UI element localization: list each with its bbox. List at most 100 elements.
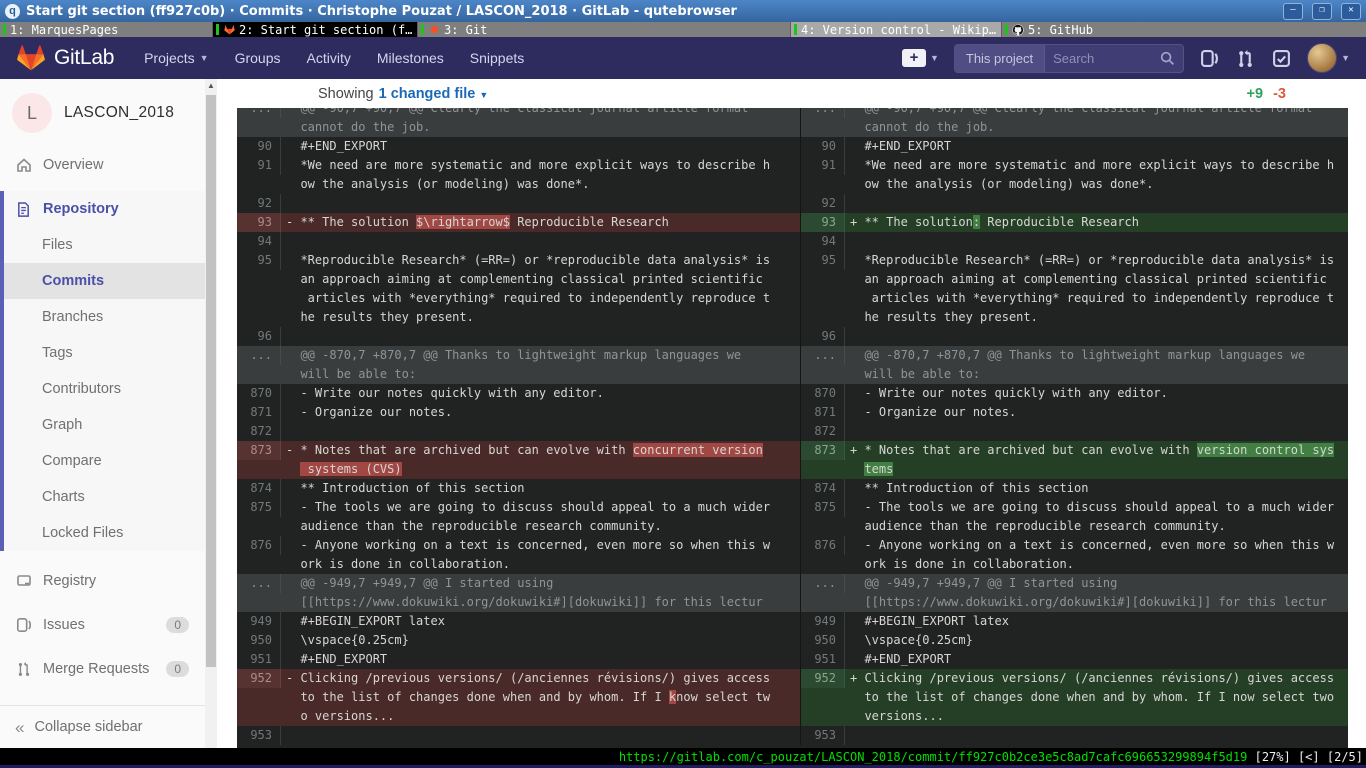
tab-1-marquespages[interactable]: 1: MarquesPages [0,22,213,37]
diff-row: 90 #+END_EXPORT [801,137,1348,156]
line-number[interactable]: 951 [237,650,281,669]
line-number[interactable]: 90 [801,137,845,156]
line-number[interactable]: 949 [801,612,845,631]
tab-4-version-control-wikipedia[interactable]: 4: Version control - Wikipedia [791,22,1002,37]
line-number[interactable]: 872 [237,422,281,441]
line-number[interactable]: 871 [801,403,845,422]
sidebar-item-branches[interactable]: Branches [4,299,205,335]
diff-code: @@ -949,7 +949,7 @@ I started using [[ht… [845,574,1348,612]
diff-pane-old: ... @@ -90,7 +90,7 @@ Clearly the classi… [237,108,800,745]
sidebar-item-repository[interactable]: Repository [4,191,205,227]
line-number[interactable]: 874 [801,479,845,498]
sidebar-item-registry[interactable]: Registry [0,563,205,599]
line-number[interactable]: 95 [237,251,281,270]
line-number[interactable]: ... [801,346,845,365]
nav-groups[interactable]: Groups [235,50,281,66]
line-number[interactable]: ... [801,108,845,118]
project-name: LASCON_2018 [64,104,174,122]
nav-projects[interactable]: Projects▼ [144,50,209,66]
project-header[interactable]: L LASCON_2018 [0,79,205,147]
line-number[interactable]: 950 [801,631,845,650]
line-number[interactable]: 951 [801,650,845,669]
line-number[interactable]: 952 [237,669,281,688]
line-number[interactable]: 873 [801,441,845,460]
line-number[interactable]: 870 [801,384,845,403]
minimize-button[interactable]: – [1283,3,1303,20]
sidebar-item-issues[interactable]: Issues 0 [0,607,205,643]
diff-code: - Anyone working on a text is concerned,… [845,536,1348,574]
collapse-sidebar-button[interactable]: « Collapse sidebar [0,705,205,748]
sidebar-item-merge-requests[interactable]: Merge Requests 0 [0,651,205,687]
sidebar-item-overview[interactable]: Overview [0,147,205,183]
line-number[interactable]: 872 [801,422,845,441]
line-number[interactable]: 875 [237,498,281,517]
merge-requests-icon[interactable] [1235,48,1256,69]
sidebar-item-commits[interactable]: Commits [4,263,205,299]
line-number[interactable]: ... [237,346,281,365]
diff-row: 874 ** Introduction of this section [237,479,800,498]
github-favicon-icon [1012,24,1024,36]
sidebar-item-contributors[interactable]: Contributors [4,371,205,407]
chevron-down-icon: ▼ [930,53,939,63]
nav-snippets[interactable]: Snippets [470,50,524,66]
sidebar-item-charts[interactable]: Charts [4,479,205,515]
line-number[interactable]: 94 [237,232,281,251]
line-number[interactable]: 93 [237,213,281,232]
maximize-button[interactable]: ❐ [1312,3,1332,20]
sidebar-item-tags[interactable]: Tags [4,335,205,371]
gitlab-logo[interactable]: GitLab [16,44,114,72]
chevron-down-icon: ▼ [1341,53,1350,63]
line-number[interactable]: 91 [801,156,845,175]
line-number[interactable]: 874 [237,479,281,498]
line-number[interactable]: 92 [801,194,845,213]
sidebar-item-graph[interactable]: Graph [4,407,205,443]
user-menu[interactable]: ▼ [1307,43,1350,73]
line-number[interactable]: 876 [237,536,281,555]
line-number[interactable]: 950 [237,631,281,650]
collapse-chevrons-icon: « [15,719,24,736]
todos-icon[interactable] [1271,48,1292,69]
line-number[interactable]: ... [237,574,281,593]
line-number[interactable]: 91 [237,156,281,175]
search-scope-label[interactable]: This project [955,45,1045,72]
issues-dashboard-icon[interactable] [1199,48,1220,69]
tab-load-indicator [794,24,797,35]
search-input[interactable]: Search [1045,45,1183,72]
line-number[interactable]: 949 [237,612,281,631]
tab-5-github[interactable]: 5: GitHub [1002,22,1366,37]
line-number[interactable]: 96 [237,327,281,346]
nav-milestones[interactable]: Milestones [377,50,444,66]
tab-3-git[interactable]: 3: Git [418,22,791,37]
scrollbar-thumb[interactable] [206,95,216,667]
sidebar-item-files[interactable]: Files [4,227,205,263]
line-number[interactable]: 953 [237,726,281,745]
sidebar-scrollbar[interactable]: ▲ [205,79,217,748]
line-number[interactable]: 96 [801,327,845,346]
line-number[interactable]: ... [801,574,845,593]
line-number[interactable]: 92 [237,194,281,213]
changed-files-dropdown[interactable]: 1 changed file ▼ [379,86,489,102]
nav-activity[interactable]: Activity [307,50,351,66]
line-number[interactable]: 95 [801,251,845,270]
scroll-up-arrow-icon[interactable]: ▲ [205,81,217,90]
line-number[interactable]: ... [237,108,281,118]
line-number[interactable]: 873 [237,441,281,460]
close-button[interactable]: ✕ [1341,3,1361,20]
line-number[interactable]: 870 [237,384,281,403]
diff-code [281,422,800,441]
sidebar-item-locked-files[interactable]: Locked Files [4,515,205,551]
diff-code [281,232,800,251]
line-number[interactable]: 94 [801,232,845,251]
line-number[interactable]: 952 [801,669,845,688]
line-number[interactable]: 875 [801,498,845,517]
line-number[interactable]: 953 [801,726,845,745]
sidebar-item-compare[interactable]: Compare [4,443,205,479]
line-number[interactable]: 90 [237,137,281,156]
line-number[interactable]: 876 [801,536,845,555]
diff-code: - The tools we are going to discuss shou… [281,498,800,536]
line-number[interactable]: 871 [237,403,281,422]
line-number[interactable]: 93 [801,213,845,232]
navbar-right: + ▼ This project Search ▼ [902,43,1350,73]
tab-2-start-git-section[interactable]: 2: Start git section (ff927c… [213,22,418,37]
new-menu-button[interactable]: + ▼ [902,49,939,67]
